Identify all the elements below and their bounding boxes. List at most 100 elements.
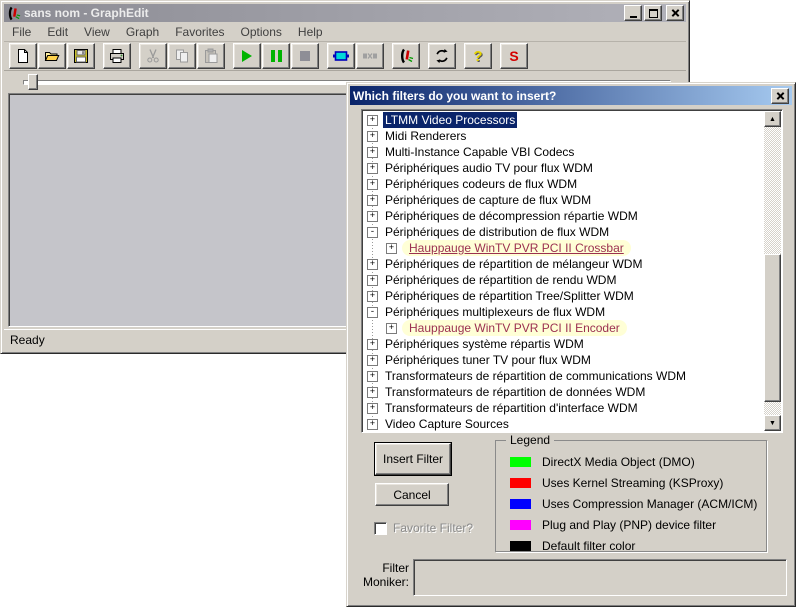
tree-item[interactable]: - Périphériques multiplexeurs de flux WD… bbox=[363, 304, 764, 320]
legend-item: Default filter color bbox=[510, 535, 766, 556]
new-document-icon bbox=[15, 48, 31, 64]
tree-item[interactable]: + Périphériques de décompression réparti… bbox=[363, 208, 764, 224]
menu-item[interactable]: Graph bbox=[118, 23, 167, 41]
expand-toggle-icon[interactable]: + bbox=[367, 403, 378, 414]
tree-item[interactable]: + Video Capture Sources bbox=[363, 416, 764, 431]
tree-item[interactable]: + Hauppauge WinTV PVR PCI II Crossbar bbox=[363, 240, 764, 256]
tree-item[interactable]: + Périphériques de répartition de mélang… bbox=[363, 256, 764, 272]
favorite-filter-checkbox[interactable] bbox=[374, 522, 387, 535]
expand-toggle-icon[interactable]: + bbox=[367, 147, 378, 158]
tree-item[interactable]: + Transformateurs de répartition d'inter… bbox=[363, 400, 764, 416]
expand-toggle-icon[interactable]: + bbox=[367, 195, 378, 206]
disconnect-button[interactable] bbox=[356, 43, 384, 69]
maximize-button[interactable] bbox=[644, 5, 662, 21]
tree-item-label: Périphériques système répartis WDM bbox=[383, 336, 586, 352]
expand-toggle-icon[interactable]: + bbox=[367, 371, 378, 382]
cancel-button[interactable]: Cancel bbox=[375, 483, 449, 506]
tree-item-label: Périphériques de capture de flux WDM bbox=[383, 192, 593, 208]
tree-item-label: Hauppauge WinTV PVR PCI II Crossbar bbox=[402, 240, 631, 256]
menu-item[interactable]: Edit bbox=[39, 23, 76, 41]
tree-item[interactable]: + Périphériques de capture de flux WDM bbox=[363, 192, 764, 208]
expand-toggle-icon[interactable]: + bbox=[367, 115, 378, 126]
tree-item[interactable]: + Périphériques codeurs de flux WDM bbox=[363, 176, 764, 192]
menu-item[interactable]: View bbox=[76, 23, 118, 41]
expand-toggle-icon[interactable]: - bbox=[367, 227, 378, 238]
menu-bar: FileEditViewGraphFavoritesOptionsHelp bbox=[4, 22, 686, 42]
open-button[interactable] bbox=[38, 43, 66, 69]
expand-toggle-icon[interactable]: + bbox=[367, 339, 378, 350]
expand-toggle-icon[interactable]: + bbox=[367, 259, 378, 270]
tree-item[interactable]: + Transformateurs de répartition de comm… bbox=[363, 368, 764, 384]
pause-button[interactable] bbox=[262, 43, 290, 69]
tree-item[interactable]: + Périphériques tuner TV pour flux WDM bbox=[363, 352, 764, 368]
expand-toggle-icon[interactable]: + bbox=[367, 211, 378, 222]
legend-item-label: Uses Compression Manager (ACM/ICM) bbox=[542, 497, 757, 511]
stats-button[interactable]: S bbox=[500, 43, 528, 69]
expand-toggle-icon[interactable]: + bbox=[367, 387, 378, 398]
color-chip-icon bbox=[510, 541, 531, 551]
tree-item[interactable]: + LTMM Video Processors bbox=[363, 112, 764, 128]
menu-item[interactable]: Options bbox=[233, 23, 290, 41]
favorite-filter-row: Favorite Filter? bbox=[374, 521, 473, 535]
scrollbar-track[interactable] bbox=[764, 127, 781, 415]
tree-item[interactable]: + Transformateurs de répartition de donn… bbox=[363, 384, 764, 400]
color-chip-icon bbox=[510, 457, 531, 467]
expand-toggle-icon[interactable]: + bbox=[367, 291, 378, 302]
expand-toggle-icon[interactable]: + bbox=[386, 243, 397, 254]
copy-button[interactable] bbox=[168, 43, 196, 69]
title-bar: sans nom - GraphEdit bbox=[4, 4, 686, 22]
scrollbar-thumb[interactable] bbox=[764, 254, 781, 402]
print-button[interactable] bbox=[103, 43, 131, 69]
maximize-icon bbox=[649, 9, 658, 18]
paste-button[interactable] bbox=[197, 43, 225, 69]
expand-toggle-icon[interactable]: + bbox=[367, 275, 378, 286]
favorite-filter-label: Favorite Filter? bbox=[393, 521, 473, 535]
play-button[interactable] bbox=[233, 43, 261, 69]
insert-filter-toolbar-button[interactable] bbox=[327, 43, 355, 69]
tree-item[interactable]: + Hauppauge WinTV PVR PCI II Encoder bbox=[363, 320, 764, 336]
refresh-button[interactable] bbox=[428, 43, 456, 69]
new-button[interactable] bbox=[9, 43, 37, 69]
help-button[interactable]: ? bbox=[464, 43, 492, 69]
minimize-button[interactable] bbox=[624, 5, 642, 21]
toolbar: ? S bbox=[4, 42, 686, 71]
print-icon bbox=[109, 48, 125, 64]
tree-item[interactable]: + Midi Renderers bbox=[363, 128, 764, 144]
save-button[interactable] bbox=[67, 43, 95, 69]
tree-item-label: Périphériques tuner TV pour flux WDM bbox=[383, 352, 593, 368]
close-button[interactable] bbox=[666, 5, 684, 21]
copy-pages-icon bbox=[174, 48, 190, 64]
tree-item[interactable]: - Périphériques de distribution de flux … bbox=[363, 224, 764, 240]
expand-toggle-icon[interactable]: + bbox=[367, 179, 378, 190]
expand-toggle-icon[interactable]: + bbox=[367, 419, 378, 430]
dialog-close-button[interactable] bbox=[771, 88, 789, 104]
minimize-icon bbox=[630, 16, 637, 18]
tree-scrollbar[interactable]: ▲ ▼ bbox=[764, 111, 781, 431]
expand-toggle-icon[interactable]: + bbox=[367, 355, 378, 366]
tree-item[interactable]: + Périphériques audio TV pour flux WDM bbox=[363, 160, 764, 176]
menu-item[interactable]: Help bbox=[290, 23, 331, 41]
cut-button[interactable] bbox=[139, 43, 167, 69]
tree-item-label: Transformateurs de répartition de commun… bbox=[383, 368, 688, 384]
tree-item[interactable]: + Périphériques de répartition de rendu … bbox=[363, 272, 764, 288]
menu-item[interactable]: File bbox=[4, 23, 39, 41]
expand-toggle-icon[interactable]: + bbox=[367, 163, 378, 174]
tree-item-label: Midi Renderers bbox=[383, 128, 468, 144]
color-chip-icon bbox=[510, 478, 531, 488]
trackbar-thumb[interactable] bbox=[28, 74, 38, 90]
scroll-up-button[interactable]: ▲ bbox=[764, 111, 781, 127]
tree-item[interactable]: + Périphériques système répartis WDM bbox=[363, 336, 764, 352]
menu-item[interactable]: Favorites bbox=[167, 23, 232, 41]
expand-toggle-icon[interactable]: - bbox=[367, 307, 378, 318]
tree-item-label: Périphériques audio TV pour flux WDM bbox=[383, 160, 595, 176]
expand-toggle-icon[interactable]: + bbox=[367, 131, 378, 142]
stop-button[interactable] bbox=[291, 43, 319, 69]
scroll-down-button[interactable]: ▼ bbox=[764, 415, 781, 431]
graphedit-logo-button[interactable] bbox=[392, 43, 420, 69]
tree-item-label: Périphériques de distribution de flux WD… bbox=[383, 224, 611, 240]
tree-item[interactable]: + Périphériques de répartition Tree/Spli… bbox=[363, 288, 764, 304]
filter-moniker-field[interactable] bbox=[413, 559, 787, 596]
insert-filter-button[interactable]: Insert Filter bbox=[375, 443, 451, 475]
tree-item[interactable]: + Multi-Instance Capable VBI Codecs bbox=[363, 144, 764, 160]
expand-toggle-icon[interactable]: + bbox=[386, 323, 397, 334]
